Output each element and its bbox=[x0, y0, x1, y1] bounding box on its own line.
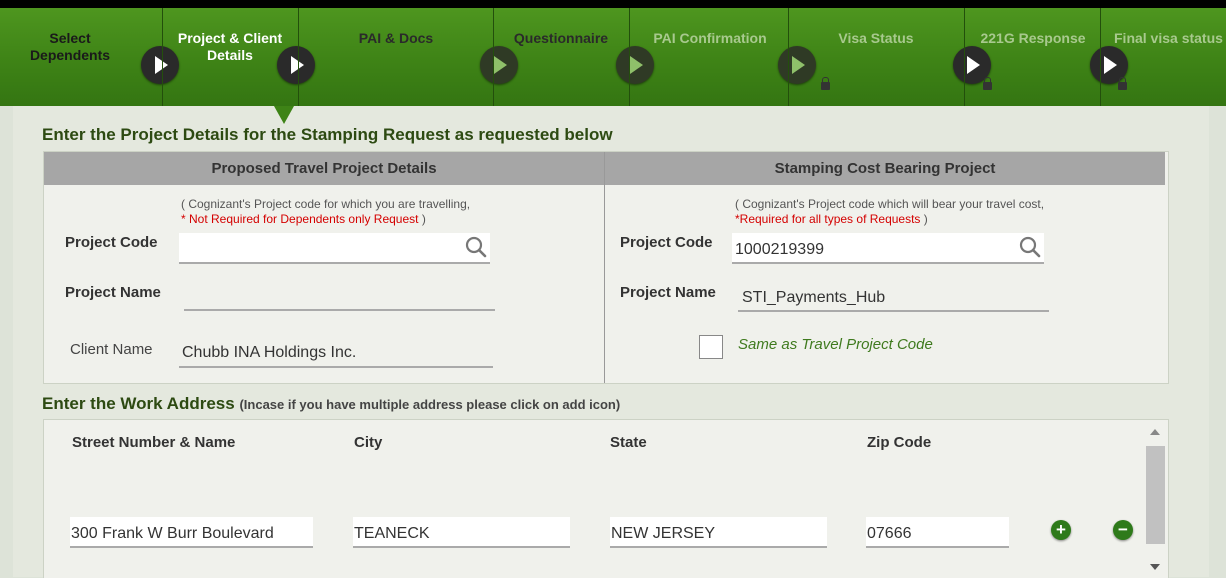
step-select-dependents[interactable]: Select Dependents bbox=[22, 30, 118, 64]
cost-project-code-input[interactable]: 1000219399 bbox=[732, 233, 1044, 264]
lock-icon bbox=[1118, 77, 1127, 90]
search-icon[interactable] bbox=[465, 236, 487, 258]
project-code-label: Project Code bbox=[65, 234, 158, 251]
state-input[interactable]: NEW JERSEY bbox=[610, 517, 827, 548]
lock-icon bbox=[821, 77, 830, 90]
travel-project-note: ( Cognizant's Project code for which you… bbox=[181, 197, 471, 226]
step-visa-status: Visa Status bbox=[838, 30, 914, 46]
address-section-title: Enter the Work Address (Incase if you ha… bbox=[42, 394, 621, 413]
step-221g-response: 221G Response bbox=[980, 30, 1086, 46]
step-pai-docs[interactable]: PAI & Docs bbox=[340, 30, 452, 47]
zip-header: Zip Code bbox=[867, 434, 932, 451]
search-icon[interactable] bbox=[1019, 236, 1041, 258]
address-scrollbar[interactable] bbox=[1144, 420, 1166, 578]
step-divider bbox=[493, 8, 494, 106]
scroll-up-arrow-icon[interactable] bbox=[1150, 429, 1160, 435]
active-step-pointer bbox=[274, 106, 294, 124]
city-header: City bbox=[354, 434, 383, 451]
street-input[interactable]: 300 Frank W Burr Boulevard bbox=[70, 517, 313, 548]
same-as-travel-checkbox[interactable] bbox=[699, 335, 723, 359]
scroll-down-arrow-icon[interactable] bbox=[1150, 564, 1160, 570]
project-code-label: Project Code bbox=[620, 234, 713, 251]
travel-project-name-field bbox=[184, 280, 495, 311]
top-black-bar bbox=[0, 0, 1226, 8]
address-hint: (Incase if you have multiple address ple… bbox=[239, 397, 621, 412]
project-section-title: Enter the Project Details for the Stampi… bbox=[42, 125, 613, 144]
required-note: * Not Required for Dependents only Reque… bbox=[181, 212, 419, 226]
travel-project-header: Proposed Travel Project Details bbox=[44, 152, 604, 185]
step-questionnaire[interactable]: Questionnaire bbox=[509, 30, 613, 47]
wizard-stepper: Select Dependents Project & Client Detai… bbox=[0, 8, 1226, 106]
travel-project-code-input[interactable] bbox=[179, 233, 490, 264]
step-divider bbox=[629, 8, 630, 106]
step-project-client-details[interactable]: Project & Client Details bbox=[166, 30, 294, 64]
cost-project-header: Stamping Cost Bearing Project bbox=[605, 152, 1165, 185]
street-header: Street Number & Name bbox=[72, 434, 236, 451]
add-address-button[interactable]: + bbox=[1051, 520, 1071, 540]
scrollbar-thumb[interactable] bbox=[1146, 446, 1165, 544]
cost-project-note: ( Cognizant's Project code which will be… bbox=[735, 197, 1045, 226]
project-name-label: Project Name bbox=[65, 284, 161, 301]
travel-project-column: Proposed Travel Project Details ( Cogniz… bbox=[44, 152, 604, 383]
step-divider bbox=[788, 8, 789, 106]
step-arrow-icon[interactable] bbox=[616, 46, 654, 84]
client-name-field: Chubb INA Holdings Inc. bbox=[179, 337, 493, 368]
step-divider bbox=[964, 8, 965, 106]
required-note: *Required for all types of Requests bbox=[735, 212, 921, 226]
step-final-visa-status: Final visa status bbox=[1114, 30, 1223, 46]
step-pai-confirmation: PAI Confirmation bbox=[653, 30, 767, 46]
state-header: State bbox=[610, 434, 647, 451]
step-divider bbox=[162, 8, 163, 106]
step-divider bbox=[1100, 8, 1101, 106]
cost-project-column: Stamping Cost Bearing Project ( Cognizan… bbox=[605, 152, 1168, 383]
step-arrow-icon bbox=[778, 46, 816, 84]
remove-address-button[interactable]: − bbox=[1113, 520, 1133, 540]
step-arrow-icon[interactable] bbox=[277, 46, 315, 84]
same-as-travel-label[interactable]: Same as Travel Project Code bbox=[738, 336, 933, 353]
step-arrow-icon[interactable] bbox=[480, 46, 518, 84]
cost-project-name-field: STI_Payments_Hub bbox=[738, 281, 1049, 312]
zip-input[interactable]: 07666 bbox=[866, 517, 1009, 548]
client-name-label: Client Name bbox=[70, 341, 153, 358]
step-divider bbox=[298, 8, 299, 106]
project-name-label: Project Name bbox=[620, 284, 716, 301]
lock-icon bbox=[983, 77, 992, 90]
city-input[interactable]: TEANECK bbox=[353, 517, 570, 548]
project-details-panel: Proposed Travel Project Details ( Cogniz… bbox=[43, 151, 1169, 384]
work-address-panel: Street Number & Name City State Zip Code… bbox=[43, 419, 1169, 578]
